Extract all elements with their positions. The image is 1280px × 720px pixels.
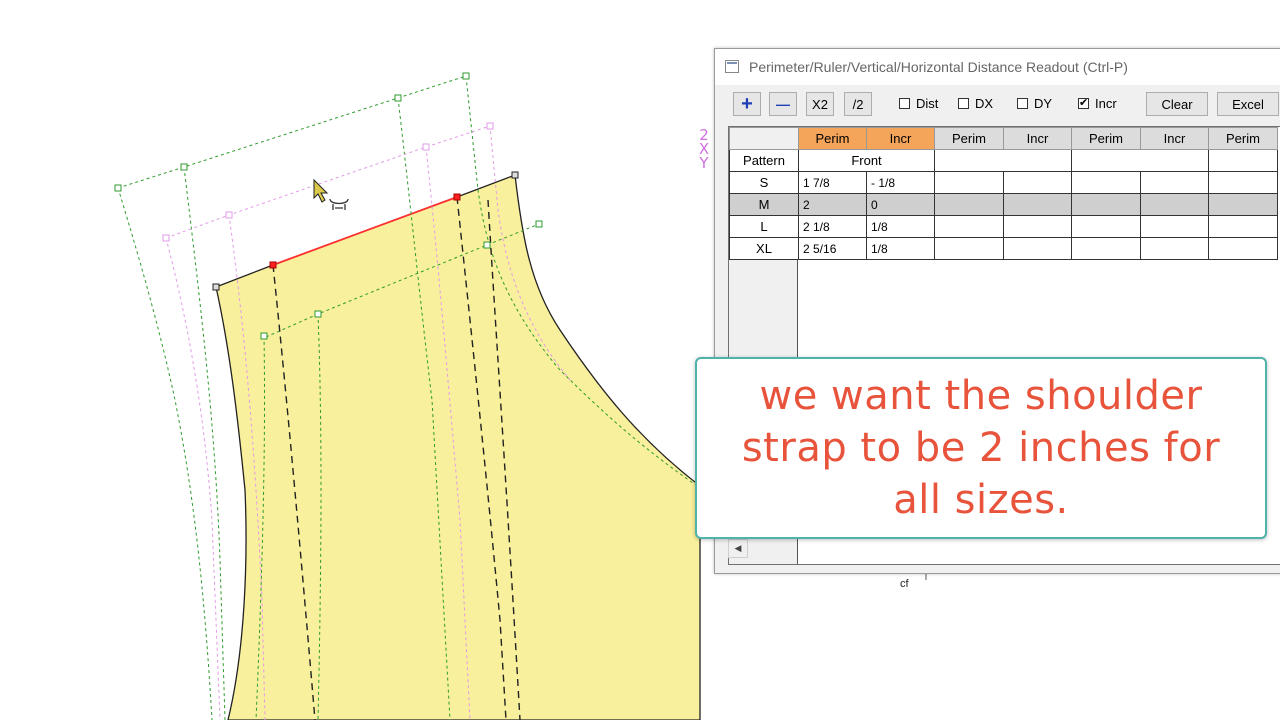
scroll-left-arrow-icon[interactable]: ◀ xyxy=(728,539,748,558)
clear-button[interactable]: Clear xyxy=(1146,92,1208,116)
dialog-toolbar: + — X2 /2 Dist DX DY Incr Clear Excel xyxy=(729,92,1280,118)
table-cell[interactable] xyxy=(1140,193,1209,216)
remove-button[interactable]: — xyxy=(769,92,797,116)
dist-checkbox[interactable]: Dist xyxy=(899,96,938,111)
dialog-title: Perimeter/Ruler/Vertical/Horizontal Dist… xyxy=(749,59,1128,75)
multiply-two-button[interactable]: X2 xyxy=(806,92,834,116)
perim-cell[interactable]: 2 xyxy=(798,193,867,216)
table-cell[interactable] xyxy=(1003,237,1072,260)
size-row-l[interactable]: L 2 1/8 1/8 xyxy=(729,215,1278,238)
mouse-cursor-icon xyxy=(313,178,349,210)
dist-checkbox-label: Dist xyxy=(916,96,939,111)
table-cell[interactable] xyxy=(934,149,1072,172)
size-row-xl[interactable]: XL 2 5/16 1/8 xyxy=(729,237,1278,260)
cf-label: cf xyxy=(900,578,909,590)
add-button[interactable]: + xyxy=(733,92,761,116)
tutorial-caption: we want the shoulder strap to be 2 inche… xyxy=(695,357,1267,539)
incr-cell[interactable]: 0 xyxy=(866,193,935,216)
piece-name-cell[interactable]: Front xyxy=(798,149,935,172)
size-label[interactable]: S xyxy=(729,171,799,194)
table-cell[interactable] xyxy=(1071,193,1141,216)
table-cell[interactable] xyxy=(934,215,1004,238)
window-icon xyxy=(725,60,739,73)
axis-label-y: Y xyxy=(699,154,709,172)
dialog-titlebar[interactable]: Perimeter/Ruler/Vertical/Horizontal Dist… xyxy=(715,49,1280,85)
dist-checkbox-box[interactable] xyxy=(899,98,910,109)
table-cell[interactable] xyxy=(1208,171,1278,194)
dx-checkbox[interactable]: DX xyxy=(958,96,993,111)
incr-checkbox-label: Incr xyxy=(1095,96,1117,111)
table-cell[interactable] xyxy=(1003,171,1072,194)
size-row-m[interactable]: M 2 0 xyxy=(729,193,1278,216)
table-cell[interactable] xyxy=(934,193,1004,216)
incr-cell[interactable]: - 1/8 xyxy=(866,171,935,194)
table-cell[interactable] xyxy=(1071,149,1209,172)
size-label[interactable]: L xyxy=(729,215,799,238)
front-pattern-piece[interactable] xyxy=(215,174,701,720)
table-cell[interactable] xyxy=(1208,193,1278,216)
table-cell[interactable] xyxy=(1003,193,1072,216)
size-label[interactable]: M xyxy=(729,193,799,216)
corner-cell xyxy=(729,127,799,150)
size-row-s[interactable]: S 1 7/8 - 1/8 xyxy=(729,171,1278,194)
perim-cell[interactable]: 1 7/8 xyxy=(798,171,867,194)
table-cell[interactable] xyxy=(1003,215,1072,238)
table-cell[interactable] xyxy=(1208,149,1278,172)
dx-checkbox-box[interactable] xyxy=(958,98,969,109)
dy-checkbox-label: DY xyxy=(1034,96,1053,111)
col-header-perim[interactable]: Perim xyxy=(934,127,1004,150)
table-cell[interactable] xyxy=(1071,215,1141,238)
incr-cell[interactable]: 1/8 xyxy=(866,215,935,238)
caption-text: we want the shoulder strap to be 2 inche… xyxy=(741,373,1221,523)
table-cell[interactable] xyxy=(1208,215,1278,238)
perim-cell[interactable]: 2 1/8 xyxy=(798,215,867,238)
axis-indicator: 2 X Y xyxy=(697,128,711,172)
table-cell[interactable] xyxy=(1140,171,1209,194)
readout-table: Perim Incr Perim Incr Perim Incr Perim P… xyxy=(729,127,1278,260)
table-cell[interactable] xyxy=(1071,237,1141,260)
col-header-perim[interactable]: Perim xyxy=(1208,127,1278,150)
incr-checkbox[interactable]: Incr xyxy=(1078,96,1117,111)
table-cell[interactable] xyxy=(1140,237,1209,260)
header-row: Perim Incr Perim Incr Perim Incr Perim xyxy=(729,127,1278,150)
col-header-perim[interactable]: Perim xyxy=(1071,127,1141,150)
pattern-row: Pattern Front xyxy=(729,149,1278,172)
divide-two-button[interactable]: /2 xyxy=(844,92,872,116)
col-header-incr[interactable]: Incr xyxy=(866,127,935,150)
col-header-incr[interactable]: Incr xyxy=(1003,127,1072,150)
incr-cell[interactable]: 1/8 xyxy=(866,237,935,260)
col-header-incr[interactable]: Incr xyxy=(1140,127,1209,150)
pattern-label: Pattern xyxy=(729,149,799,172)
dy-checkbox[interactable]: DY xyxy=(1017,96,1052,111)
table-cell[interactable] xyxy=(1208,237,1278,260)
dy-checkbox-box[interactable] xyxy=(1017,98,1028,109)
table-cell[interactable] xyxy=(934,171,1004,194)
col-header-perim[interactable]: Perim xyxy=(798,127,867,150)
table-cell[interactable] xyxy=(934,237,1004,260)
perim-cell[interactable]: 2 5/16 xyxy=(798,237,867,260)
incr-checkbox-box[interactable] xyxy=(1078,96,1089,109)
table-cell[interactable] xyxy=(1140,215,1209,238)
table-cell[interactable] xyxy=(1071,171,1141,194)
size-label[interactable]: XL xyxy=(729,237,799,260)
dx-checkbox-label: DX xyxy=(975,96,994,111)
excel-button[interactable]: Excel xyxy=(1217,92,1279,116)
